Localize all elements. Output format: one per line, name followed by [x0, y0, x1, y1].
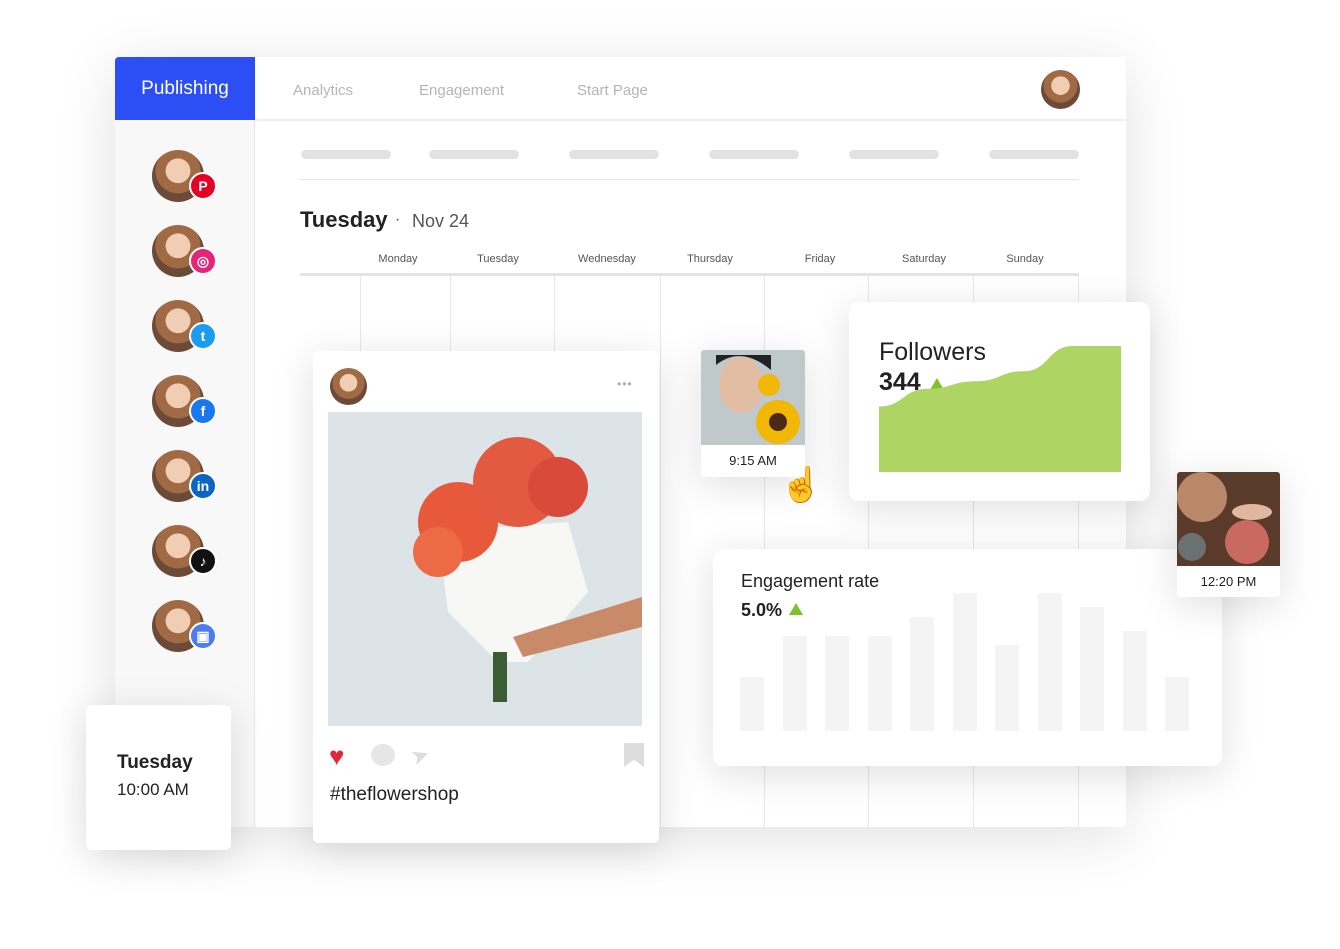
- followers-area: [879, 346, 1121, 472]
- divider: [255, 119, 1126, 121]
- engagement-bar: [1122, 631, 1147, 731]
- calendar-day: Tuesday: [300, 207, 388, 232]
- channel-facebook[interactable]: f: [152, 375, 222, 435]
- sunflower-image: [701, 350, 805, 445]
- engagement-bar: [867, 636, 892, 731]
- twitter-icon: t: [189, 322, 217, 350]
- schedule-day: Tuesday: [117, 752, 193, 773]
- divider: [300, 179, 1079, 180]
- channel-linkedin[interactable]: in: [152, 450, 222, 510]
- engagement-title: Engagement rate: [741, 571, 880, 591]
- calendar-column-line: [660, 276, 661, 827]
- scheduled-post[interactable]: 12:20 PM: [1177, 472, 1280, 597]
- scheduled-time: 12:20 PM: [1200, 574, 1257, 589]
- instagram-icon: ◎: [189, 247, 217, 275]
- engagement-bar: [1165, 677, 1189, 731]
- followers-card: Followers 344: [849, 302, 1150, 501]
- facebook-icon: f: [189, 397, 217, 425]
- channel-twitter[interactable]: t: [152, 300, 222, 360]
- weekday-header[interactable]: Sunday: [975, 253, 1075, 265]
- channel-google-business[interactable]: ▣: [152, 600, 222, 660]
- engagement-bar: [1037, 593, 1062, 731]
- weekday-header[interactable]: Thursday: [660, 253, 760, 265]
- post-caption: #theflowershop: [330, 784, 459, 805]
- linkedin-icon: in: [189, 472, 217, 500]
- more-options-icon[interactable]: •••: [617, 377, 633, 391]
- weekday-header[interactable]: Tuesday: [448, 253, 548, 265]
- hand-cursor-icon: ☝: [780, 466, 823, 504]
- engagement-bar: [782, 636, 807, 731]
- channel-instagram[interactable]: ◎: [152, 225, 222, 285]
- weekday-header[interactable]: Monday: [348, 253, 448, 265]
- share-icon[interactable]: ➤: [407, 741, 433, 772]
- engagement-bar: [952, 593, 977, 731]
- engagement-bar: [1080, 607, 1104, 731]
- post-preview-card[interactable]: ••• ♥ ➤ #theflowershop: [313, 351, 659, 843]
- weekday-header[interactable]: Friday: [770, 253, 870, 265]
- loading-placeholder: [429, 150, 519, 159]
- weekday-header[interactable]: Saturday: [874, 253, 974, 265]
- like-heart-icon[interactable]: ♥: [329, 741, 344, 772]
- user-avatar[interactable]: [1041, 70, 1080, 109]
- channel-pinterest[interactable]: P: [152, 150, 222, 210]
- engagement-bar: [910, 617, 934, 731]
- separator: ·: [395, 211, 401, 228]
- store-icon: ▣: [189, 622, 217, 650]
- tab-analytics[interactable]: Analytics: [293, 82, 353, 99]
- tab-publishing[interactable]: Publishing: [115, 57, 255, 120]
- calendar-date: Nov 24: [412, 211, 470, 231]
- engagement-bar: [825, 636, 849, 731]
- loading-placeholder: [989, 150, 1079, 159]
- engagement-value: 5.0%: [741, 600, 783, 620]
- schedule-time-card[interactable]: Tuesday 10:00 AM: [86, 705, 231, 850]
- loading-placeholder: [301, 150, 391, 159]
- bookmark-icon[interactable]: [624, 743, 644, 767]
- pinterest-icon: P: [189, 172, 217, 200]
- scheduled-post[interactable]: 9:15 AM: [701, 350, 805, 477]
- loading-placeholder: [569, 150, 659, 159]
- loading-placeholder: [849, 150, 939, 159]
- channel-tiktok[interactable]: ♪: [152, 525, 222, 585]
- weekday-header[interactable]: Wednesday: [557, 253, 657, 265]
- followers-area-chart: [879, 346, 1121, 472]
- engagement-card: Engagement rate 5.0%: [713, 549, 1222, 766]
- post-avatar: [330, 368, 367, 405]
- calendar-header-line: [300, 273, 1079, 276]
- comment-icon[interactable]: [371, 744, 395, 766]
- trend-up-icon: [789, 603, 803, 615]
- flower-bouquet-image: [413, 437, 642, 702]
- dried-flowers-image: [1177, 472, 1280, 566]
- loading-placeholder: [709, 150, 799, 159]
- engagement-bar: [995, 645, 1019, 731]
- tiktok-icon: ♪: [189, 547, 217, 575]
- schedule-time: 10:00 AM: [117, 780, 189, 799]
- tab-engagement[interactable]: Engagement: [419, 82, 504, 99]
- tab-start-page[interactable]: Start Page: [577, 82, 648, 99]
- engagement-bar: [740, 677, 764, 731]
- post-image: [328, 412, 642, 726]
